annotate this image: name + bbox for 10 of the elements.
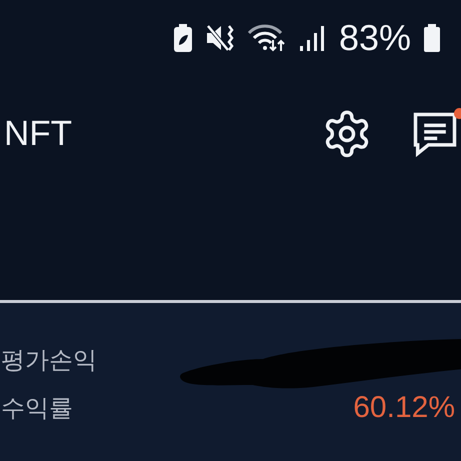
mute-vibrate-icon bbox=[204, 24, 235, 52]
battery-icon bbox=[423, 24, 441, 52]
wifi-icon bbox=[246, 24, 287, 52]
summary-label: 평가손익 bbox=[1, 345, 97, 376]
battery-percent: 83% bbox=[338, 17, 411, 59]
summary-value: 60.12% bbox=[353, 391, 455, 425]
battery-saver-icon bbox=[172, 24, 193, 52]
signal-icon bbox=[298, 24, 325, 52]
summary-label: 수익률 bbox=[1, 393, 73, 424]
page-title: NFT bbox=[4, 114, 74, 154]
